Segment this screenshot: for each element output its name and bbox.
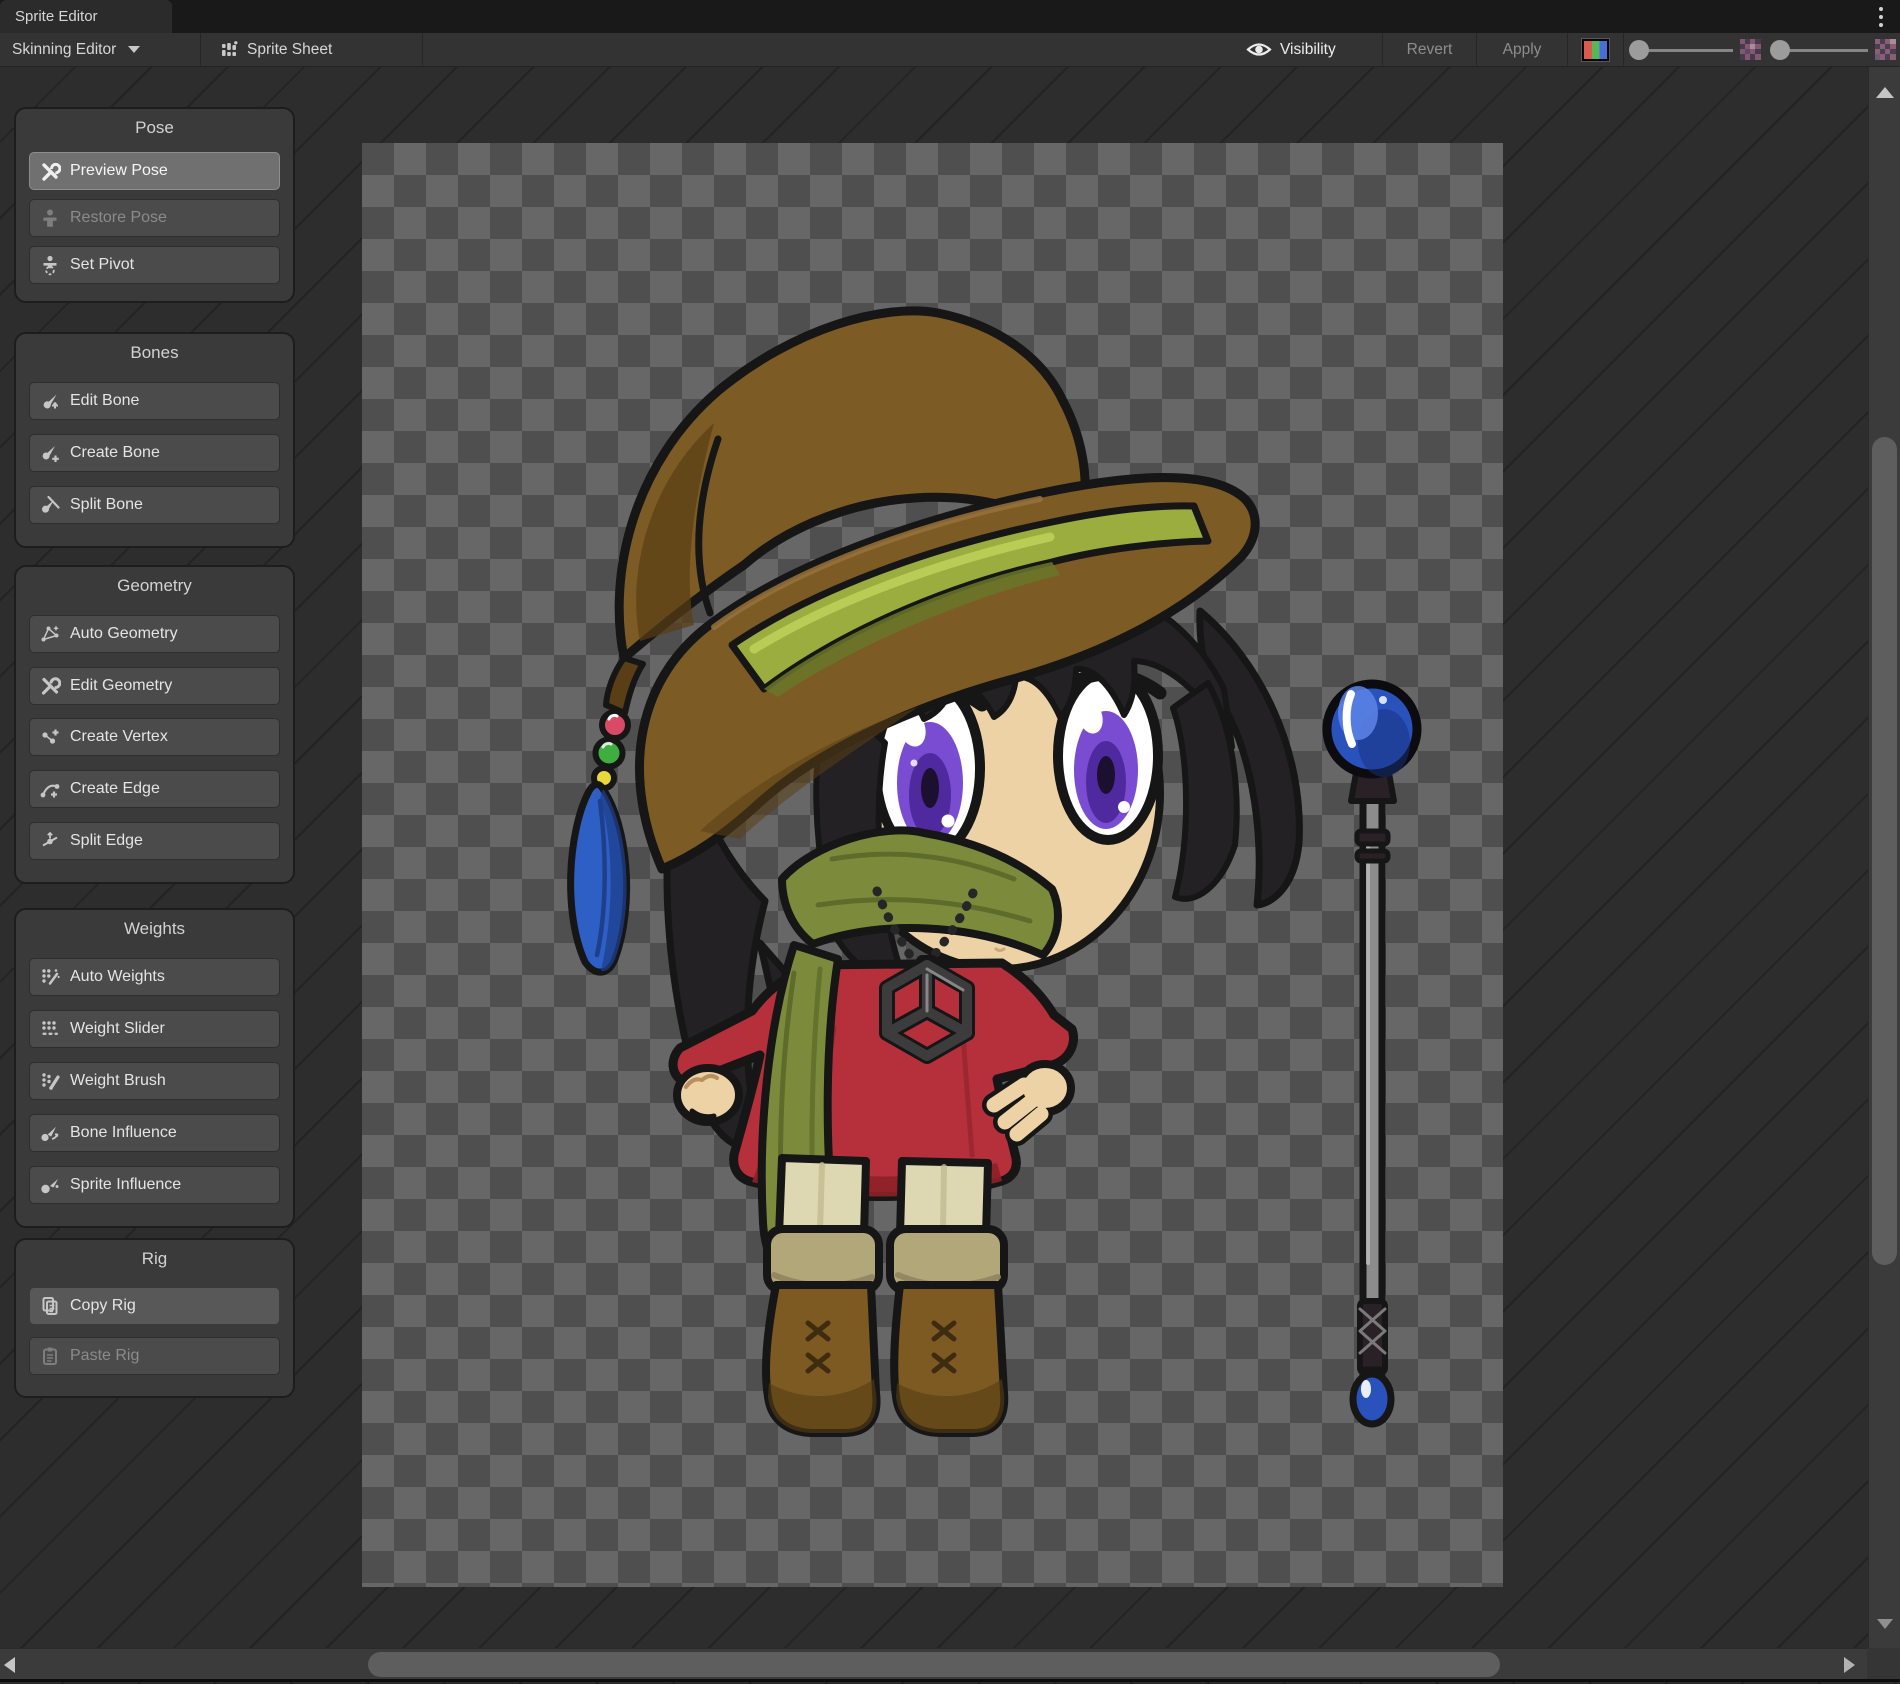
- bone-influence-button[interactable]: Bone Influence: [29, 1114, 280, 1152]
- sprite-influence-icon: [39, 1174, 61, 1196]
- panel-title: Rig: [16, 1240, 293, 1272]
- rgb-stripes-icon[interactable]: [1582, 39, 1609, 61]
- create-vertex-button[interactable]: Create Vertex: [29, 718, 280, 756]
- paste-rig-icon: [39, 1345, 61, 1367]
- sprite-grid-icon: [219, 40, 239, 60]
- toolbar-spacer: [423, 33, 1232, 66]
- preview-pose-button[interactable]: Preview Pose: [29, 152, 280, 190]
- sprite-sheet-label: Sprite Sheet: [247, 41, 332, 59]
- weight-brush-icon: [39, 1070, 61, 1092]
- slider-track: [1777, 49, 1868, 52]
- texture-checker-icon: [1740, 39, 1761, 60]
- scroll-right-arrow[interactable]: [1844, 1657, 1855, 1673]
- kebab-menu-icon[interactable]: [1873, 7, 1889, 27]
- paste-rig-button[interactable]: Paste Rig: [29, 1337, 280, 1375]
- toolbar: Skinning Editor Sprite Sheet Visibility …: [0, 33, 1900, 67]
- titlebar: Sprite Editor: [0, 0, 1900, 33]
- staff-gem: [1353, 1374, 1391, 1424]
- panel-bones: Bones Edit Bone Create Bone: [14, 332, 295, 548]
- overlay-swatch-cell: [1568, 33, 1623, 66]
- sprite-editor-window: Sprite Editor Skinning Editor Sprite She…: [0, 0, 1900, 1684]
- create-edge-icon: [39, 778, 61, 800]
- copy-rig-button[interactable]: Copy Rig: [29, 1287, 280, 1325]
- scrollbar-corner: [1867, 1648, 1900, 1682]
- scroll-down-arrow[interactable]: [1877, 1619, 1893, 1629]
- edit-bone-icon: [39, 390, 61, 412]
- set-pivot-button[interactable]: Set Pivot: [29, 246, 280, 284]
- weight-slider-button[interactable]: Weight Slider: [29, 1010, 280, 1048]
- sprite-influence-button[interactable]: Sprite Influence: [29, 1166, 280, 1204]
- set-pivot-icon: [39, 254, 61, 276]
- bone-influence-icon: [39, 1122, 61, 1144]
- bone-opacity-slider[interactable]: [1624, 33, 1765, 67]
- panel-weights: Weights Auto Weights: [14, 908, 295, 1228]
- skinning-editor-label: Skinning Editor: [12, 41, 116, 59]
- character-sprite: [362, 143, 1503, 1587]
- panel-rig: Rig Copy Rig Paste Rig: [14, 1238, 295, 1398]
- split-edge-button[interactable]: Split Edge: [29, 822, 280, 860]
- slider-track: [1636, 49, 1733, 52]
- chevron-down-icon: [128, 46, 140, 53]
- restore-pose-button[interactable]: Restore Pose: [29, 199, 280, 237]
- edit-geometry-button[interactable]: Edit Geometry: [29, 667, 280, 705]
- panel-title: Geometry: [16, 567, 293, 599]
- revert-button[interactable]: Revert: [1383, 33, 1476, 66]
- sprite-opacity-slider[interactable]: [1765, 33, 1900, 67]
- weight-slider-icon: [39, 1018, 61, 1040]
- panel-geometry: Geometry Auto Geometry: [14, 565, 295, 884]
- vertical-scrollbar[interactable]: [1868, 67, 1900, 1648]
- panel-title: Bones: [16, 334, 293, 366]
- create-bone-icon: [39, 442, 61, 464]
- split-bone-icon: [39, 494, 61, 516]
- scroll-left-arrow[interactable]: [4, 1657, 15, 1673]
- skinning-editor-dropdown[interactable]: Skinning Editor: [0, 33, 200, 66]
- staff-sprite: [1327, 684, 1417, 1424]
- edit-geometry-icon: [39, 675, 61, 697]
- viewport: Pose Preview Pose Restore Pose: [0, 67, 1900, 1684]
- restore-pose-icon: [39, 207, 61, 229]
- scroll-up-arrow[interactable]: [1876, 87, 1894, 98]
- sprite-canvas[interactable]: [362, 143, 1503, 1587]
- window-tab-label: Sprite Editor: [15, 8, 98, 25]
- create-vertex-icon: [39, 726, 61, 748]
- panel-title: Pose: [16, 109, 293, 141]
- auto-weights-icon: [39, 966, 61, 988]
- split-edge-icon: [39, 830, 61, 852]
- edit-bone-button[interactable]: Edit Bone: [29, 382, 280, 420]
- visibility-button[interactable]: Visibility: [1232, 33, 1382, 66]
- panel-title: Weights: [16, 910, 293, 942]
- create-bone-button[interactable]: Create Bone: [29, 434, 280, 472]
- auto-weights-button[interactable]: Auto Weights: [29, 958, 280, 996]
- slider-thumb[interactable]: [1629, 40, 1649, 60]
- slider-thumb[interactable]: [1770, 40, 1790, 60]
- horizontal-scrollbar[interactable]: [0, 1648, 1867, 1682]
- create-edge-button[interactable]: Create Edge: [29, 770, 280, 808]
- texture-checker-icon: [1875, 39, 1896, 60]
- preview-pose-icon: [39, 160, 61, 182]
- sprite-sheet-button[interactable]: Sprite Sheet: [201, 33, 422, 66]
- eye-icon: [1246, 41, 1272, 58]
- panel-pose: Pose Preview Pose Restore Pose: [14, 107, 295, 303]
- auto-geometry-icon: [39, 623, 61, 645]
- auto-geometry-button[interactable]: Auto Geometry: [29, 615, 280, 653]
- copy-rig-icon: [39, 1295, 61, 1317]
- vertical-scrollbar-thumb[interactable]: [1872, 437, 1897, 1265]
- visibility-label: Visibility: [1280, 41, 1336, 59]
- apply-button[interactable]: Apply: [1477, 33, 1567, 66]
- weight-brush-button[interactable]: Weight Brush: [29, 1062, 280, 1100]
- window-tab[interactable]: Sprite Editor: [0, 0, 172, 33]
- horizontal-scrollbar-thumb[interactable]: [368, 1652, 1500, 1677]
- split-bone-button[interactable]: Split Bone: [29, 486, 280, 524]
